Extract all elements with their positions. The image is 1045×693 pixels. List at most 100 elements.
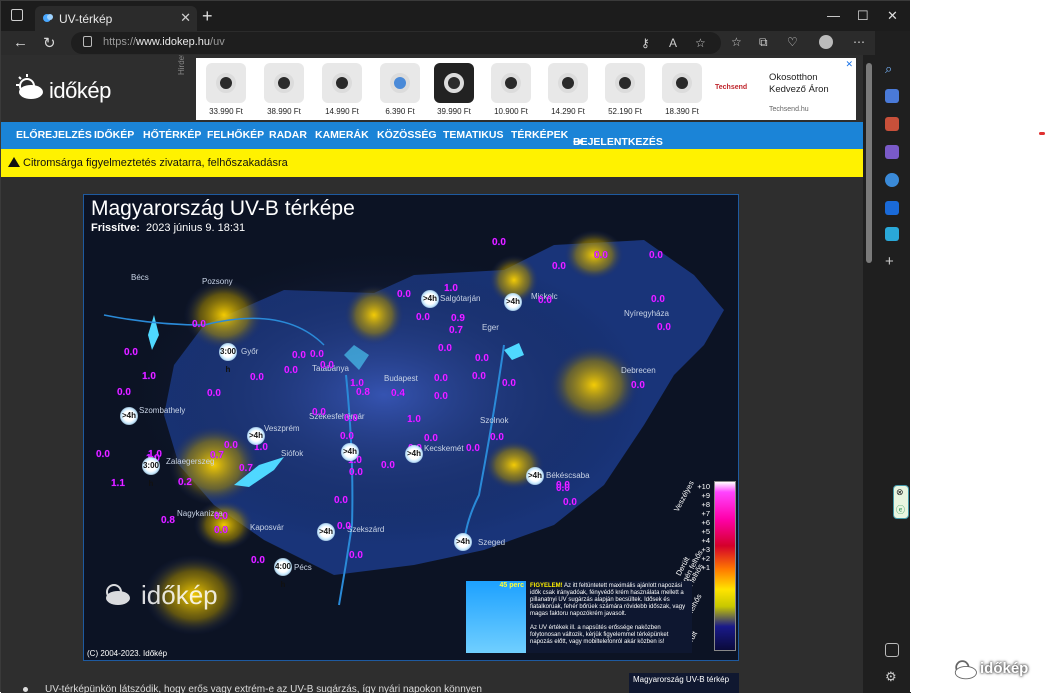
uv-value: 0.0 [424,433,438,444]
close-icon[interactable]: ⊗ [896,487,904,498]
uv-value: 0.0 [224,440,238,451]
send-icon[interactable] [885,227,899,241]
nav-kozosseg[interactable]: KÖZÖSSÉG [377,129,437,141]
uv-value: 0.0 [594,250,608,261]
sunscreen-ad-image[interactable]: 45 perc [466,581,526,653]
legend-value: +5 [701,527,710,536]
ad-product[interactable]: 10.900 Ft [483,60,539,118]
tab-actions-icon[interactable] [11,9,23,21]
uv-value: 0.0 [284,365,298,376]
city-label: Zalaegerszeg [166,457,215,466]
nav-tematikus[interactable]: TEMATIKUS [443,129,503,141]
sunbathing-time-badge: >4h [341,443,359,461]
sunbathing-time-badge: >4h [504,293,522,311]
page-scrollbar[interactable] [863,55,875,693]
nav-idokep[interactable]: IDŐKÉP [94,129,134,141]
nav-elorejelzes[interactable]: ELŐREJELZÉS [16,129,92,141]
tab-uv-terkep[interactable]: UV-térkép ✕ [35,6,197,31]
nav-terkepek[interactable]: TÉRKÉPEK [511,129,568,141]
uv-value: 0.2 [178,477,192,488]
city-label: Kaposvár [250,523,284,532]
back-arrow-icon[interactable]: ← [13,34,28,51]
nav-radar[interactable]: RADAR [269,129,307,141]
add-icon[interactable]: + [885,253,899,270]
close-window-button[interactable]: ✕ [887,8,898,24]
minimize-button[interactable]: — [827,8,840,23]
ad-product[interactable]: 14.990 Ft [314,60,370,118]
favorites-icon[interactable]: ☆ [731,35,742,49]
collections-icon[interactable]: ⧉ [759,35,768,50]
city-label: Nyíregyháza [624,309,669,318]
games-icon[interactable] [885,145,899,159]
legend-value: +6 [701,518,710,527]
ad-site[interactable]: Techsend.hu [769,106,809,113]
health-icon[interactable]: ♡ [787,35,798,49]
uv-value: 1.0 [444,283,458,294]
floating-panel[interactable]: ⊗ ⓔ [893,485,909,519]
sunbathing-time-badge: >4h [120,407,138,425]
uv-value: 0.0 [475,353,489,364]
sun-cloud-icon [16,74,43,99]
nav-felhokep[interactable]: FELHŐKÉP [207,129,264,141]
city-label: Győr [241,347,259,356]
uv-value: 0.0 [337,521,351,532]
map-thumbnail[interactable]: Magyarország UV-B térkép [629,673,739,693]
more-menu-icon[interactable]: ⋯ [853,35,865,49]
ad-product[interactable]: 33.990 Ft [198,60,254,118]
desktop-background [910,0,1045,692]
read-aloud-icon[interactable]: A [669,36,677,50]
corner-brand-logo: időkép [950,655,1040,689]
ad-close-icon[interactable]: ✕ [845,59,853,70]
uv-map[interactable]: Magyarország UV-B térképe Frissítve: 202… [83,194,739,661]
warning-banner[interactable]: Citromsárga figyelmeztetés zivatarra, fe… [1,149,863,177]
legend-value: +7 [701,509,710,518]
idokep-favicon-icon [43,14,53,22]
uv-value: 0.0 [250,372,264,383]
ad-product[interactable]: 18.390 Ft [654,60,710,118]
uv-value: 0.7 [449,325,463,336]
bullet-point [23,687,28,692]
favorite-star-icon[interactable]: ☆ [695,36,706,50]
ad-product[interactable]: 39.990 Ft [426,60,482,118]
nav-hoterkep[interactable]: HŐTÉRKÉP [143,129,201,141]
uv-value: 0.0 [651,294,665,305]
nav-kamerak[interactable]: KAMERÁK [315,129,369,141]
sidebar-toggle-icon[interactable] [885,643,899,657]
new-tab-button[interactable]: + [202,6,213,27]
tab-bar: UV-térkép ✕ + — ☐ ✕ [1,1,911,31]
tools-icon[interactable] [885,117,899,131]
url-input[interactable]: https://www.idokep.hu/uv ⚷ A ☆ [71,32,721,54]
uv-value: 0.0 [320,360,334,371]
key-icon[interactable]: ⚷ [641,36,650,50]
sunbathing-time-badge: 3:00 h [219,343,237,374]
search-icon[interactable]: ⌕ [885,61,899,76]
ad-product[interactable]: 14.290 Ft [540,60,596,118]
uv-value: 0.0 [251,555,265,566]
uv-value: 0.0 [556,480,570,491]
scrollbar-thumb[interactable] [866,63,872,263]
gear-icon[interactable]: ⚙ [885,669,899,684]
maximize-button[interactable]: ☐ [857,8,869,24]
uv-value: 0.8 [356,387,370,398]
copilot-icon[interactable] [885,173,899,187]
ad-product[interactable]: 52.190 Ft [597,60,653,118]
refresh-icon[interactable]: ↻ [43,34,56,52]
ad-product[interactable]: 38.990 Ft [256,60,312,118]
uv-value: 0.0 [434,391,448,402]
ad-product[interactable]: 6.390 Ft [372,60,428,118]
ad-banner[interactable]: 33.990 Ft 38.990 Ft 14.990 Ft 6.390 Ft 3… [196,58,856,120]
tab-close-icon[interactable]: ✕ [180,10,191,26]
city-label: Bécs [131,273,149,282]
idokep-logo[interactable]: időkép [13,72,123,106]
shopping-icon[interactable] [885,89,899,103]
uv-value: 0.0 [340,431,354,442]
page-content: időkép Hirdetés 33.990 Ft 38.990 Ft 14.9… [1,55,863,693]
uv-value: 0.9 [451,313,465,324]
browser-window: UV-térkép ✕ + — ☐ ✕ ← ↻ https://www.idok… [0,0,911,693]
sunbathing-time-badge: >4h [421,290,439,308]
profile-avatar[interactable] [819,35,833,49]
ad-title[interactable]: Okosotthon Kedvező Áron [769,72,849,96]
outlook-icon[interactable] [885,201,899,215]
sunbathing-time-badge: 4:00 h [274,558,292,589]
edge-icon[interactable]: ⓔ [896,503,905,516]
